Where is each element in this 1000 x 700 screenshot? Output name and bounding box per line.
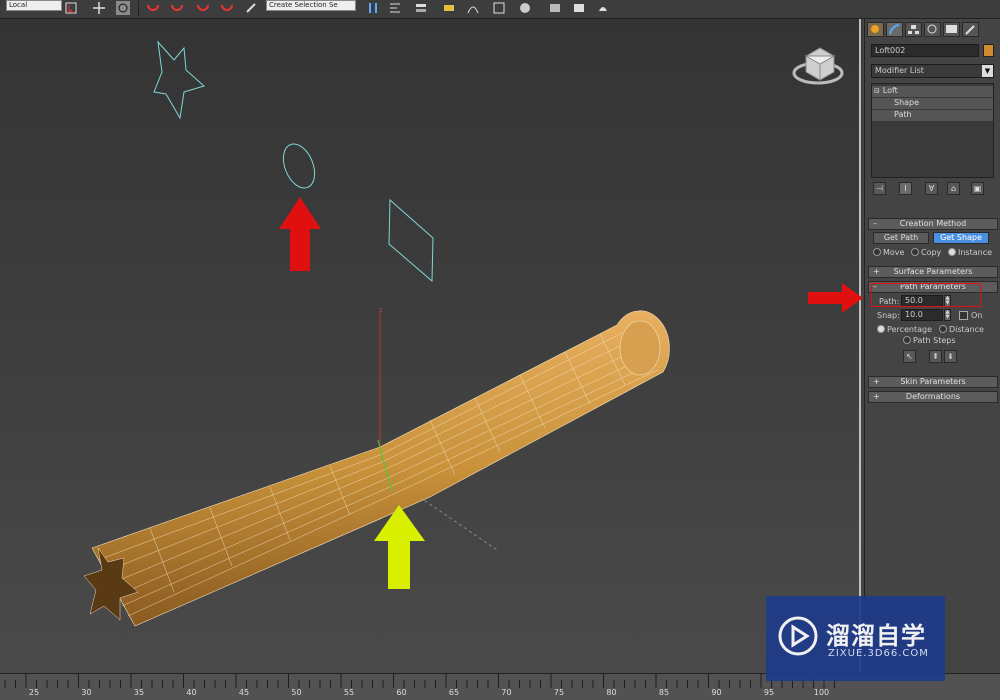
- path-steps-radio[interactable]: Path Steps: [903, 336, 956, 345]
- ruler-tick-label: 50: [291, 688, 302, 697]
- align-icon[interactable]: [388, 1, 402, 15]
- object-name-field[interactable]: Loft002: [871, 44, 979, 57]
- ruler-tick-label: 40: [186, 688, 197, 697]
- percent-snap-icon[interactable]: [196, 1, 210, 15]
- configure-modifier-sets-icon[interactable]: ▣: [971, 182, 984, 195]
- snap-value-field[interactable]: 10.0: [901, 309, 943, 321]
- make-unique-icon[interactable]: ∀: [925, 182, 938, 195]
- ruler-tick-label: 95: [763, 688, 775, 697]
- loft-object: [83, 310, 670, 627]
- annotation-highlight-box: [871, 283, 981, 307]
- move-radio[interactable]: Move: [873, 248, 904, 257]
- remove-modifier-icon[interactable]: ⌂: [947, 182, 960, 195]
- pick-shape-icon[interactable]: ↖: [903, 350, 916, 363]
- get-shape-button[interactable]: Get Shape: [933, 232, 989, 244]
- angle-snap-icon[interactable]: [170, 1, 184, 15]
- modifier-list-dropdown[interactable]: Modifier List ▼: [871, 64, 994, 78]
- modifier-stack: ⊟ Loft Shape Path: [871, 83, 994, 178]
- mirror-icon[interactable]: [366, 1, 380, 15]
- snap-toggle-icon[interactable]: [146, 1, 160, 15]
- named-selection-dropdown[interactable]: Create Selection Se: [266, 0, 356, 11]
- ruler-tick-label: 60: [396, 688, 407, 697]
- rendered-frame-icon[interactable]: [572, 1, 586, 15]
- spinner-snap-icon[interactable]: [220, 1, 234, 15]
- next-shape-icon[interactable]: ⇟: [944, 350, 957, 363]
- ruler-tick-label: 45: [238, 688, 250, 697]
- watermark-url: ZIXUE.3D66.COM: [828, 648, 929, 659]
- ruler-tick-label: 90: [711, 688, 722, 697]
- ruler-tick-label: 80: [606, 688, 617, 697]
- watermark-title: 溜溜自学: [826, 622, 926, 650]
- copy-radio[interactable]: Copy: [911, 248, 941, 257]
- annotation-arrow-up-red: [279, 197, 321, 271]
- move-icon[interactable]: [92, 1, 106, 15]
- stack-item-loft[interactable]: ⊟ Loft: [872, 86, 993, 97]
- deformations-rollout[interactable]: + Deformations: [868, 391, 998, 403]
- snap-on-label: On: [971, 311, 983, 320]
- watermark-logo: 溜溜自学 ZIXUE.3D66.COM: [766, 596, 945, 681]
- rotate-icon[interactable]: [116, 1, 130, 15]
- modify-tab[interactable]: [886, 22, 903, 37]
- hierarchy-tab[interactable]: [905, 22, 922, 37]
- rectangle-shape: [388, 198, 434, 283]
- get-path-button[interactable]: Get Path: [873, 232, 929, 244]
- ruler-tick-label: 70: [501, 688, 512, 697]
- skin-parameters-rollout[interactable]: + Skin Parameters: [868, 376, 998, 388]
- edit-named-selection-icon[interactable]: [244, 1, 258, 15]
- distance-radio[interactable]: Distance: [939, 325, 984, 334]
- material-editor-icon[interactable]: [518, 1, 532, 15]
- ruler-tick-label: 85: [658, 688, 670, 697]
- display-tab[interactable]: [943, 22, 960, 37]
- curve-editor-icon[interactable]: [466, 1, 480, 15]
- ruler-tick-label: 30: [81, 688, 92, 697]
- render-icon[interactable]: [596, 1, 610, 15]
- stack-item-path[interactable]: Path: [872, 110, 993, 121]
- viewport-scene: z: [83, 40, 844, 627]
- snap-label: Snap:: [877, 311, 900, 320]
- viewcube-icon: [792, 47, 844, 85]
- create-tab[interactable]: [867, 22, 884, 37]
- instance-radio[interactable]: Instance: [948, 248, 992, 257]
- creation-method-rollout[interactable]: – Creation Method: [868, 218, 998, 230]
- star-shape: [153, 40, 206, 120]
- ellipse-shape: [282, 143, 316, 189]
- render-setup-icon[interactable]: [548, 1, 562, 15]
- play-logo-icon: [778, 616, 818, 656]
- ruler-tick-label: 35: [133, 688, 145, 697]
- snap-spinner[interactable]: ▲ ▼: [944, 309, 951, 321]
- layer-manager-icon[interactable]: [414, 1, 428, 15]
- z-axis-label: z: [379, 307, 382, 314]
- chevron-down-icon: ▼: [982, 65, 993, 77]
- object-color-swatch[interactable]: [983, 44, 994, 57]
- ruler-tick-label: 100: [813, 688, 830, 697]
- ruler-tick-label: 55: [343, 688, 355, 697]
- perspective-viewport[interactable]: z: [0, 19, 862, 673]
- stack-item-shape[interactable]: Shape: [872, 98, 993, 109]
- previous-shape-icon[interactable]: ⇞: [929, 350, 942, 363]
- annotation-arrow-right-red: [808, 283, 863, 313]
- graphite-tools-icon[interactable]: [442, 1, 456, 15]
- percentage-radio[interactable]: Percentage: [877, 325, 932, 334]
- snap-on-checkbox[interactable]: [959, 311, 968, 320]
- surface-parameters-rollout[interactable]: + Surface Parameters: [868, 266, 998, 278]
- utilities-tab[interactable]: [962, 22, 979, 37]
- schematic-view-icon[interactable]: [492, 1, 506, 15]
- motion-tab[interactable]: [924, 22, 941, 37]
- ruler-tick-label: 25: [28, 688, 40, 697]
- ruler-tick-label: 65: [448, 688, 460, 697]
- show-end-result-icon[interactable]: I: [899, 182, 912, 195]
- main-toolbar: Local Create Selection Se: [0, 0, 1000, 19]
- pin-stack-icon[interactable]: ⊣: [873, 182, 886, 195]
- command-panel: Loft002 Modifier List ▼ ⊟ Loft Shape Path…: [864, 19, 1000, 673]
- reference-coord-system-dropdown[interactable]: Local: [6, 0, 62, 11]
- select-object-icon[interactable]: [64, 1, 78, 15]
- ruler-tick-label: 75: [553, 688, 565, 697]
